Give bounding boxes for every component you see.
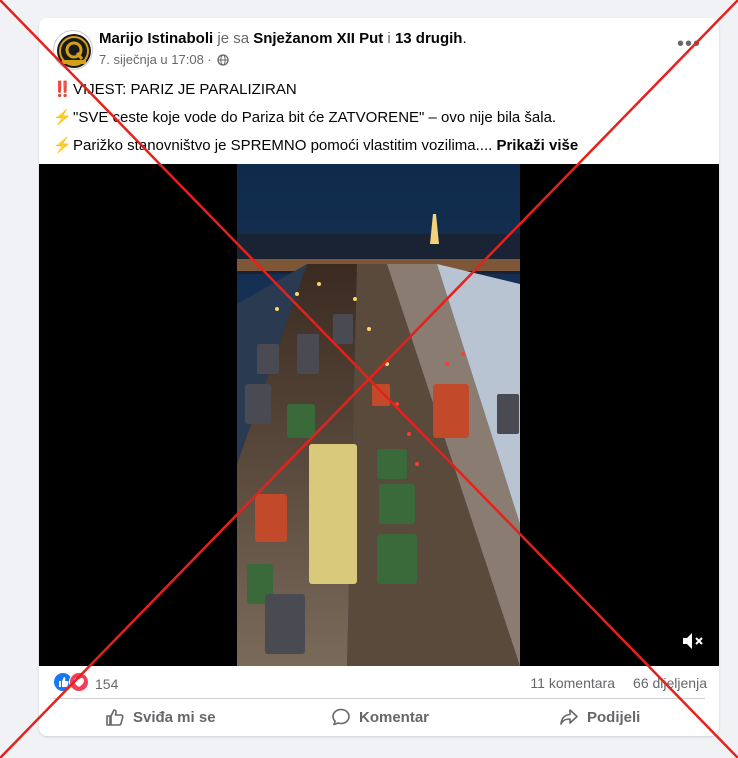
post-stats: 154 11 komentara 66 dijeljenja [39,670,719,696]
video-player[interactable] [39,164,719,666]
tagged-others[interactable]: 13 drugih [395,30,463,47]
post-meta: 7. siječnja u 17:08 · [99,52,230,67]
period: . [462,30,467,47]
post-line-text: "SVE ceste koje vode do Pariza bit će ZA… [73,109,557,126]
post-date[interactable]: 7. siječnja u 17:08 [99,52,204,67]
post-line-1: ‼️VIJEST: PARIZ JE PARALIZIRAN [53,76,703,104]
post-text: ‼️VIJEST: PARIZ JE PARALIZIRAN ⚡"SVE ces… [53,76,703,160]
action-bar: Sviđa mi se Komentar Podijeli [39,700,719,734]
post-header: Marijo Istinaboli je sa Snježanom XII Pu… [39,18,719,82]
avatar-emblem-icon [57,34,91,68]
post-line-text: Parižko stanovništvo je SPREMNO pomoći v… [73,137,493,154]
comment-label: Komentar [359,708,430,726]
globe-icon[interactable] [217,54,230,66]
comment-button[interactable]: Komentar [331,700,429,734]
lightning-icon: ⚡ [53,137,72,154]
share-label: Podijeli [587,708,641,726]
like-button[interactable]: Sviđa mi se [105,700,216,734]
like-label: Sviđa mi se [133,708,216,726]
double-exclamation-icon: ‼️ [53,81,72,98]
share-button[interactable]: Podijeli [559,700,640,734]
author-line: Marijo Istinaboli je sa Snježanom XII Pu… [99,30,467,47]
author-avatar[interactable] [53,30,93,70]
love-reaction-icon [69,672,89,692]
post-line-2: ⚡"SVE ceste koje vode do Pariza bit će Z… [53,104,703,132]
meta-separator: · [207,52,212,67]
video-frame-traffic-jam [237,164,520,666]
reaction-icons[interactable] [53,672,91,692]
comments-count[interactable]: 11 komentara [530,675,615,691]
with-text: je sa [217,30,250,47]
thumbs-up-icon [106,709,124,726]
post-line-text: VIJEST: PARIZ JE PARALIZIRAN [73,81,297,98]
lightning-icon: ⚡ [53,109,72,126]
author-name[interactable]: Marijo Istinaboli [99,30,213,47]
shares-count[interactable]: 66 dijeljenja [633,675,707,691]
post-line-3: ⚡Parižko stanovništvo je SPREMNO pomoći … [53,132,703,160]
comment-bubble-icon [332,708,350,726]
tagged-person[interactable]: Snježanom XII Put [253,30,383,47]
see-more-link[interactable]: Prikaži više [496,137,578,154]
and-text: i [387,30,391,47]
speaker-muted-icon[interactable] [681,630,705,652]
more-options-button[interactable]: ••• [677,34,701,58]
post-card: Marijo Istinaboli je sa Snježanom XII Pu… [39,18,719,736]
reaction-count[interactable]: 154 [95,676,118,692]
share-arrow-icon [560,709,578,725]
divider [53,698,705,699]
